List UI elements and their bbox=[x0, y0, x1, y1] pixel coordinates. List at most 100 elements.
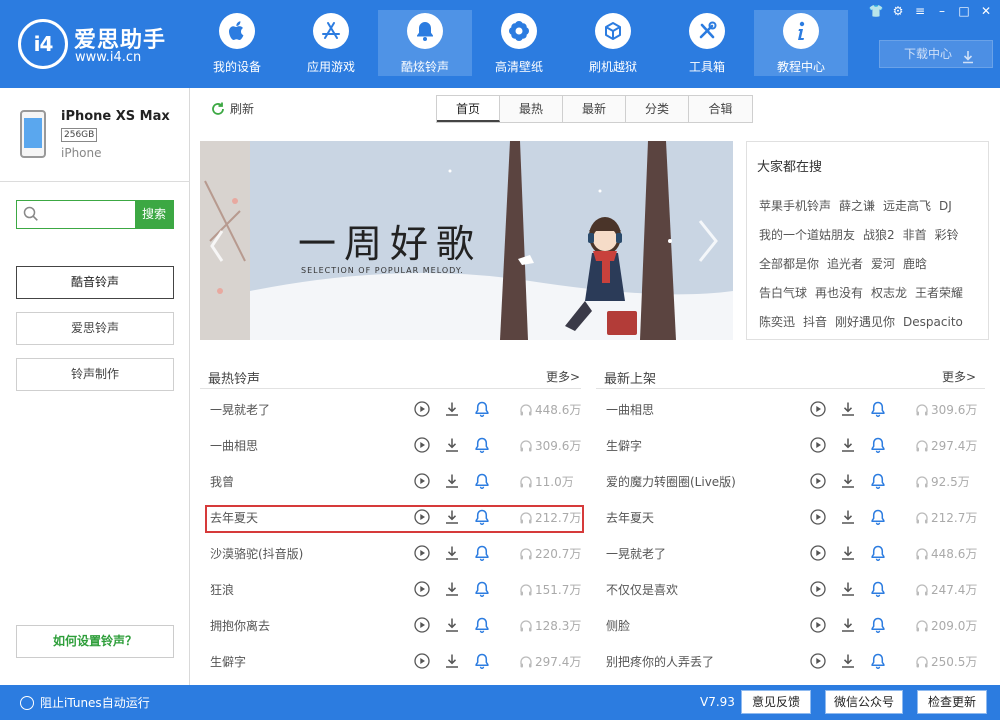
set-ringtone-bell-icon[interactable] bbox=[870, 617, 886, 633]
menu-icon[interactable]: ≡ bbox=[912, 3, 928, 19]
keyword-link[interactable]: DJ bbox=[939, 199, 952, 213]
ringtone-row[interactable]: 狂浪 151.7万 bbox=[210, 572, 581, 608]
set-ringtone-bell-icon[interactable] bbox=[870, 509, 886, 525]
nav-my-device[interactable]: 我的设备 bbox=[190, 10, 284, 76]
keyword-link[interactable]: 王者荣耀 bbox=[915, 286, 963, 300]
download-icon[interactable] bbox=[444, 545, 460, 561]
ringtone-row[interactable]: 我曾 11.0万 bbox=[210, 464, 580, 500]
feedback-button[interactable]: 意见反馈 bbox=[741, 690, 811, 714]
download-icon[interactable] bbox=[840, 437, 856, 453]
nav-wallpapers[interactable]: 高清壁纸 bbox=[472, 10, 566, 76]
download-icon[interactable] bbox=[840, 401, 856, 417]
play-icon[interactable] bbox=[810, 401, 826, 417]
ringtone-row[interactable]: 不仅仅是喜欢 247.4万 bbox=[606, 572, 977, 608]
ringtone-row[interactable]: 拥抱你离去 128.3万 bbox=[210, 608, 581, 644]
wechat-button[interactable]: 微信公众号 bbox=[825, 690, 903, 714]
close-icon[interactable]: ✕ bbox=[978, 3, 994, 19]
set-ringtone-bell-icon[interactable] bbox=[474, 653, 490, 669]
download-icon[interactable] bbox=[444, 473, 460, 489]
ringtone-row[interactable]: 一曲相思 309.6万 bbox=[210, 428, 581, 464]
nav-ringtones[interactable]: 酷炫铃声 bbox=[378, 10, 472, 76]
download-icon[interactable] bbox=[444, 437, 460, 453]
set-ringtone-bell-icon[interactable] bbox=[474, 401, 490, 417]
gear-icon[interactable]: ⚙ bbox=[890, 3, 906, 19]
keyword-link[interactable]: 权志龙 bbox=[871, 286, 907, 300]
keyword-link[interactable]: 远走高飞 bbox=[883, 199, 931, 213]
keyword-link[interactable]: 抖音 bbox=[803, 315, 827, 329]
ringtone-row[interactable]: 去年夏天 212.7万 bbox=[606, 500, 977, 536]
keyword-link[interactable]: 战狼2 bbox=[863, 228, 895, 242]
set-ringtone-bell-icon[interactable] bbox=[870, 401, 886, 417]
keyword-link[interactable]: 鹿晗 bbox=[903, 257, 927, 271]
download-icon[interactable] bbox=[840, 509, 856, 525]
download-icon[interactable] bbox=[840, 545, 856, 561]
set-ringtone-bell-icon[interactable] bbox=[870, 545, 886, 561]
featured-banner[interactable]: 一周好歌 SELECTION OF POPULAR MELODY. bbox=[200, 141, 733, 340]
nav-toolbox[interactable]: 工具箱 bbox=[660, 10, 754, 76]
play-icon[interactable] bbox=[810, 581, 826, 597]
set-ringtone-bell-icon[interactable] bbox=[870, 437, 886, 453]
ringtone-row[interactable]: 一晃就老了 448.6万 bbox=[210, 392, 581, 428]
keyword-link[interactable]: 非首 bbox=[903, 228, 927, 242]
keyword-link[interactable]: 我的一个道姑朋友 bbox=[759, 228, 855, 242]
keyword-link[interactable]: 全部都是你 bbox=[759, 257, 819, 271]
ringtone-row[interactable]: 生僻字 297.4万 bbox=[606, 428, 977, 464]
set-ringtone-bell-icon[interactable] bbox=[474, 545, 490, 561]
play-icon[interactable] bbox=[414, 617, 430, 633]
play-icon[interactable] bbox=[810, 473, 826, 489]
side-menu-make-ringtone[interactable]: 铃声制作 bbox=[16, 358, 174, 391]
ringtone-row[interactable]: 一晃就老了 448.6万 bbox=[606, 536, 977, 572]
download-icon[interactable] bbox=[840, 617, 856, 633]
download-icon[interactable] bbox=[840, 473, 856, 489]
download-icon[interactable] bbox=[444, 653, 460, 669]
keyword-link[interactable]: 陈奕迅 bbox=[759, 315, 795, 329]
keyword-link[interactable]: 爱河 bbox=[871, 257, 895, 271]
tab-hottest[interactable]: 最热 bbox=[500, 96, 563, 122]
keyword-link[interactable]: Despacito bbox=[903, 315, 963, 329]
ringtone-row[interactable]: 一曲相思 309.6万 bbox=[606, 392, 977, 428]
ringtone-row[interactable]: 沙漠骆驼(抖音版) 220.7万 bbox=[210, 536, 581, 572]
download-icon[interactable] bbox=[444, 401, 460, 417]
set-ringtone-bell-icon[interactable] bbox=[870, 473, 886, 489]
download-icon[interactable] bbox=[444, 617, 460, 633]
search-button[interactable]: 搜索 bbox=[135, 201, 173, 228]
hot-ringtones-more-link[interactable]: 更多> bbox=[546, 368, 580, 385]
download-icon[interactable] bbox=[840, 653, 856, 669]
ringtone-row[interactable]: 别把疼你的人弄丢了 250.5万 bbox=[606, 644, 977, 680]
play-icon[interactable] bbox=[414, 473, 430, 489]
set-ringtone-bell-icon[interactable] bbox=[870, 581, 886, 597]
play-icon[interactable] bbox=[810, 545, 826, 561]
howto-set-ringtone-button[interactable]: 如何设置铃声？ bbox=[16, 625, 174, 658]
tab-home[interactable]: 首页 bbox=[437, 96, 500, 122]
check-update-button[interactable]: 检查更新 bbox=[917, 690, 987, 714]
side-menu-i4-ringtones[interactable]: 爱思铃声 bbox=[16, 312, 174, 345]
nav-apps-games[interactable]: 应用游戏 bbox=[284, 10, 378, 76]
keyword-link[interactable]: 再也没有 bbox=[815, 286, 863, 300]
play-icon[interactable] bbox=[810, 509, 826, 525]
keyword-link[interactable]: 薛之谦 bbox=[839, 199, 875, 213]
download-center-button[interactable]: 下载中心 bbox=[879, 40, 993, 68]
keyword-link[interactable]: 彩铃 bbox=[935, 228, 959, 242]
keyword-link[interactable]: 苹果手机铃声 bbox=[759, 199, 831, 213]
keyword-link[interactable]: 追光者 bbox=[827, 257, 863, 271]
keyword-link[interactable]: 刚好遇见你 bbox=[835, 315, 895, 329]
ringtone-row[interactable]: 侧脸 209.0万 bbox=[606, 608, 977, 644]
skin-icon[interactable]: 👕 bbox=[868, 3, 884, 19]
set-ringtone-bell-icon[interactable] bbox=[474, 617, 490, 633]
download-icon[interactable] bbox=[444, 581, 460, 597]
maximize-icon[interactable]: □ bbox=[956, 3, 972, 19]
ringtone-row[interactable]: 生僻字 297.4万 bbox=[210, 644, 581, 680]
ringtone-row[interactable]: 爱的魔力转圈圈(Live版) 92.5万 bbox=[606, 464, 976, 500]
play-icon[interactable] bbox=[414, 437, 430, 453]
nav-flash-jailbreak[interactable]: 刷机越狱 bbox=[566, 10, 660, 76]
tab-categories[interactable]: 分类 bbox=[626, 96, 689, 122]
itunes-autorun-toggle[interactable]: 阻止iTunes自动运行 bbox=[20, 694, 150, 711]
play-icon[interactable] bbox=[414, 653, 430, 669]
refresh-button[interactable]: 刷新 bbox=[210, 100, 254, 117]
set-ringtone-bell-icon[interactable] bbox=[474, 437, 490, 453]
play-icon[interactable] bbox=[810, 617, 826, 633]
play-icon[interactable] bbox=[810, 437, 826, 453]
set-ringtone-bell-icon[interactable] bbox=[870, 653, 886, 669]
new-ringtones-more-link[interactable]: 更多> bbox=[942, 368, 976, 385]
set-ringtone-bell-icon[interactable] bbox=[474, 473, 490, 489]
